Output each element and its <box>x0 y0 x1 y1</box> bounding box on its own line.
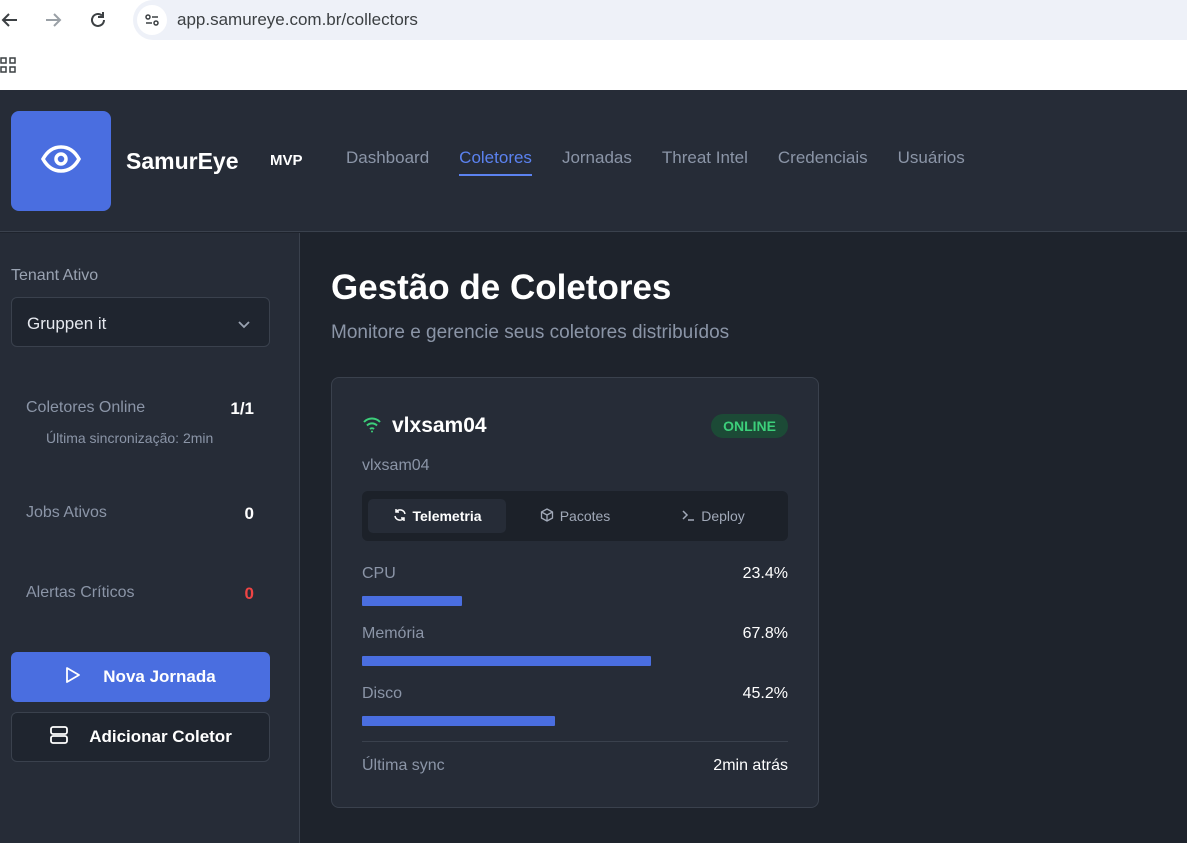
status-badge: ONLINE <box>711 414 788 438</box>
last-sync-value: 2min atrás <box>713 757 788 774</box>
cpu-value: 23.4% <box>742 565 788 582</box>
server-icon <box>49 725 69 750</box>
play-icon <box>65 666 81 689</box>
divider <box>362 741 788 742</box>
browser-chrome: app.samureye.com.br/collectors <box>0 0 1187 90</box>
sidebar: Tenant Ativo Gruppen it Coletores Online… <box>0 233 300 843</box>
nav-threat-intel[interactable]: Threat Intel <box>662 148 748 176</box>
mvp-badge: MVP <box>270 152 303 169</box>
new-journey-label: Nova Jornada <box>103 667 216 686</box>
address-bar[interactable]: app.samureye.com.br/collectors <box>133 0 1187 40</box>
cpu-label: CPU <box>362 565 396 582</box>
nav-credenciais[interactable]: Credenciais <box>778 148 868 176</box>
url-text: app.samureye.com.br/collectors <box>177 10 418 29</box>
terminal-icon <box>681 508 695 525</box>
active-jobs-value: 0 <box>244 504 254 523</box>
memory-label: Memória <box>362 625 425 642</box>
reload-icon[interactable] <box>84 6 112 34</box>
critical-alerts-label: Alertas Críticos <box>26 584 135 601</box>
last-sync-label: Última sync <box>362 757 445 774</box>
page-title: Gestão de Coletores <box>331 268 672 307</box>
nav-coletores[interactable]: Coletores <box>459 148 532 176</box>
cpu-progress-fill <box>362 596 462 606</box>
refresh-icon <box>393 508 407 525</box>
cpu-progress <box>362 596 788 606</box>
tab-deploy-label: Deploy <box>701 508 745 524</box>
memory-progress <box>362 656 788 666</box>
collector-hostname: vlxsam04 <box>362 457 430 474</box>
add-collector-label: Adicionar Coletor <box>89 727 232 746</box>
wifi-icon <box>362 415 382 438</box>
tenant-select[interactable]: Gruppen it <box>11 297 270 347</box>
disk-progress-fill <box>362 716 555 726</box>
collectors-online-value: 1/1 <box>230 399 254 418</box>
collector-name: vlxsam04 <box>392 414 487 437</box>
disk-label: Disco <box>362 685 403 702</box>
collectors-online-label: Coletores Online <box>26 399 146 416</box>
site-settings-icon[interactable] <box>137 5 167 35</box>
package-icon <box>540 507 554 525</box>
main-nav: Dashboard Coletores Jornadas Threat Inte… <box>346 148 965 176</box>
add-collector-button[interactable]: Adicionar Coletor <box>11 712 270 762</box>
disk-value: 45.2% <box>742 685 788 702</box>
brand-name: SamurEye <box>126 148 239 174</box>
eye-icon <box>40 144 82 178</box>
tenant-label: Tenant Ativo <box>11 267 99 284</box>
collector-tabs: Telemetria Pacotes Deploy <box>362 491 788 541</box>
nav-dashboard[interactable]: Dashboard <box>346 148 429 176</box>
nav-jornadas[interactable]: Jornadas <box>562 148 632 176</box>
tab-pacotes-label: Pacotes <box>559 508 611 524</box>
page-subtitle: Monitore e gerencie seus coletores distr… <box>331 322 730 343</box>
active-jobs-label: Jobs Ativos <box>26 504 107 521</box>
chevron-down-icon <box>237 316 251 334</box>
tab-telemetria-label: Telemetria <box>412 508 482 524</box>
memory-progress-fill <box>362 656 651 666</box>
last-sync-text: Última sincronização: 2min <box>46 430 214 446</box>
app-header: SamurEye MVP Dashboard Coletores Jornada… <box>0 90 1187 232</box>
collector-card: vlxsam04 ONLINE vlxsam04 Telemetria Paco… <box>331 377 819 808</box>
critical-alerts-value: 0 <box>244 584 254 603</box>
collector-title-row: vlxsam04 <box>362 414 487 438</box>
tab-pacotes[interactable]: Pacotes <box>506 499 644 533</box>
forward-arrow-icon[interactable] <box>39 6 67 34</box>
new-journey-button[interactable]: Nova Jornada <box>11 652 270 702</box>
disk-progress <box>362 716 788 726</box>
back-arrow-icon[interactable] <box>0 6 24 34</box>
nav-usuarios[interactable]: Usuários <box>898 148 965 176</box>
tab-telemetria[interactable]: Telemetria <box>368 499 506 533</box>
tenant-value: Gruppen it <box>27 314 107 333</box>
logo[interactable] <box>11 111 111 211</box>
apps-grid-icon[interactable] <box>0 57 16 73</box>
tab-deploy[interactable]: Deploy <box>644 499 782 533</box>
memory-value: 67.8% <box>742 625 788 642</box>
